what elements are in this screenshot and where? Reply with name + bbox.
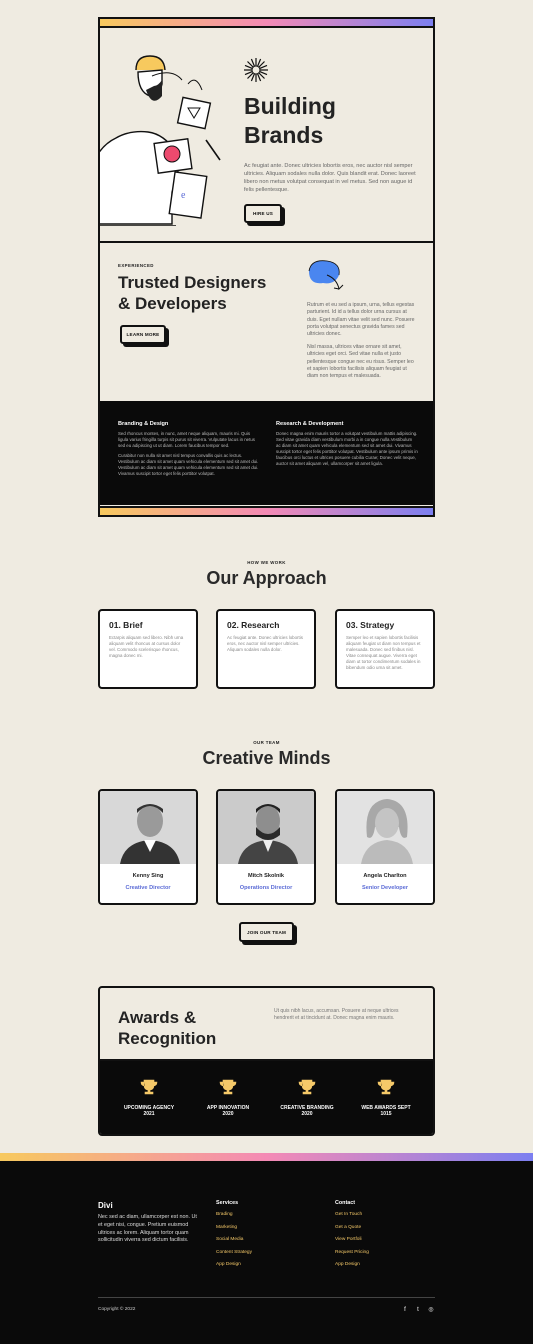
service-branding: Branding & Design Sed rhoncus montes, in…	[118, 421, 260, 481]
trusted-paragraph-1: Rutrum et eu sed a ipsum, urna, tellus e…	[307, 302, 415, 338]
hero-description: Ac feugiat ante. Donec ultricies loborti…	[244, 163, 416, 193]
service-branding-title: Branding & Design	[118, 421, 169, 427]
svg-text:e: e	[181, 190, 186, 201]
avatar	[218, 791, 314, 864]
step-text: Ectarpis aliquam sed libero. Nibh urna a…	[109, 635, 184, 658]
step-title: 02. Research	[227, 620, 280, 630]
hero-section: e Building Brands Ac feugiat ante. Donec…	[100, 28, 433, 243]
award-item: APP INNOVATION 2020	[195, 1079, 261, 1117]
hero-card: e Building Brands Ac feugiat ante. Donec…	[98, 17, 435, 517]
award-year: 2020	[301, 1111, 313, 1117]
member-name: Kenny Sing	[132, 873, 164, 879]
footer-link[interactable]: Get a Quote	[335, 1225, 369, 1230]
trusted-paragraph-2: Nisl massa, ultrices vitae ornare sit am…	[307, 344, 414, 380]
footer-gradient-bar	[0, 1153, 533, 1161]
avatar	[337, 791, 433, 864]
member-role: Senior Developer	[361, 885, 408, 891]
footer-link[interactable]: Brading	[216, 1212, 252, 1217]
trophy-icon	[140, 1079, 158, 1095]
gradient-bar-bottom	[100, 506, 433, 515]
trusted-eyebrow: EXPERIENCED	[118, 263, 154, 268]
footer-services-title: Services	[216, 1200, 239, 1206]
service-branding-text-1: Sed rhoncus montes, in nunc, amet neque …	[118, 431, 255, 448]
hero-title: Building Brands	[244, 92, 336, 150]
step-card-brief: 01. Brief Ectarpis aliquam sed libero. N…	[98, 609, 198, 689]
footer-brand: Divi	[98, 1201, 113, 1210]
footer-link[interactable]: View Portfoli	[335, 1237, 369, 1242]
step-card-research: 02. Research Ac feugiat ante. Donec ultr…	[216, 609, 316, 689]
step-text: Ac feugiat ante. Donec ultricies loborti…	[227, 635, 303, 652]
step-title: 03. Strategy	[346, 620, 395, 630]
join-our-team-button[interactable]: JOIN OUR TEAM	[239, 922, 294, 942]
footer-contact-column: Contact Get In Touch Get a Quote View Po…	[335, 1200, 369, 1275]
footer-link[interactable]: Request Pricing	[335, 1250, 369, 1255]
award-item: WEB AWARDS SEPT 1015	[353, 1079, 419, 1117]
service-research-text: Donec magna enim mauris tortor a volutpa…	[276, 431, 418, 466]
award-item: CREATIVE BRANDING 2020	[274, 1079, 340, 1117]
footer-link[interactable]: Content Strategy	[216, 1250, 252, 1255]
team-eyebrow: OUR TEAM	[253, 740, 280, 745]
awards-card: Awards & Recognition Ut quis nibh lacus,…	[98, 986, 435, 1136]
approach-eyebrow: HOW WE WORK	[247, 560, 286, 565]
award-item: UPCOMING AGENCY 2021	[116, 1079, 182, 1117]
trusted-section: EXPERIENCED Trusted Designers & Develope…	[100, 243, 433, 400]
awards-description: Ut quis nibh lacus, accumsan. Posuere at…	[274, 1008, 399, 1021]
footer-link[interactable]: App Design	[335, 1262, 369, 1267]
trophy-icon	[298, 1079, 316, 1095]
award-year: 2021	[143, 1111, 155, 1117]
trusted-title-line1: Trusted Designers	[118, 273, 267, 292]
learn-more-button[interactable]: LEARN MORE	[120, 325, 166, 344]
member-role: Creative Director	[125, 885, 171, 891]
hero-title-line2: Brands	[244, 122, 324, 148]
member-role: Operations Director	[239, 885, 293, 891]
footer-link[interactable]: Marketing	[216, 1225, 252, 1230]
trusted-title-line2: & Developers	[118, 294, 227, 313]
awards-title: Awards & Recognition	[118, 1007, 216, 1049]
awards-title-line1: Awards &	[118, 1008, 197, 1027]
service-research-title: Research & Development	[276, 421, 344, 427]
footer-contact-title: Contact	[335, 1200, 356, 1206]
footer-link[interactable]: Get In Touch	[335, 1212, 369, 1217]
member-name: Angela Charlton	[363, 873, 407, 879]
footer-divider	[98, 1297, 435, 1298]
hero-title-line1: Building	[244, 93, 336, 119]
member-name: Mitch Skolnik	[247, 873, 285, 879]
trophy-icon	[219, 1079, 237, 1095]
team-title: Creative Minds	[202, 748, 331, 768]
services-band: Branding & Design Sed rhoncus montes, in…	[100, 401, 433, 505]
footer-description: Nec sed ac diam, ullamcorper est non. Ut…	[98, 1214, 197, 1244]
hire-us-button[interactable]: HIRE US	[244, 204, 282, 223]
awards-band: UPCOMING AGENCY 2021 APP INNOVATION 2020…	[100, 1059, 433, 1134]
twitter-icon[interactable]: t	[414, 1306, 422, 1314]
step-title: 01. Brief	[109, 620, 143, 630]
service-research: Research & Development Donec magna enim …	[276, 421, 418, 471]
sunburst-icon	[244, 58, 268, 82]
award-year: 2020	[222, 1111, 234, 1117]
awards-title-line2: Recognition	[118, 1029, 217, 1048]
step-card-strategy: 03. Strategy Semper leo et sapien lobort…	[335, 609, 435, 689]
facebook-icon[interactable]: f	[401, 1306, 409, 1314]
avatar	[100, 791, 196, 864]
footer: Divi Nec sed ac diam, ullamcorper est no…	[0, 1161, 533, 1344]
footer-link[interactable]: Social Media	[216, 1237, 252, 1242]
award-year: 1015	[380, 1111, 392, 1117]
designer-illustration: e	[100, 55, 221, 226]
trophy-icon	[377, 1079, 395, 1095]
team-member-card[interactable]: Kenny Sing Creative Director	[98, 789, 198, 905]
copyright: Copyright © 2022	[98, 1307, 136, 1312]
service-branding-text-2: Curabitur non nulla sit amet nisl tempus…	[118, 453, 259, 476]
trusted-title: Trusted Designers & Developers	[118, 272, 288, 314]
approach-title: Our Approach	[206, 568, 327, 588]
footer-link[interactable]: App Design	[216, 1262, 252, 1267]
step-text: Semper leo et sapien lobortis facilisis …	[346, 635, 421, 670]
team-member-card[interactable]: Mitch Skolnik Operations Director	[216, 789, 316, 905]
footer-services-column: Services Brading Marketing Social Media …	[216, 1200, 252, 1275]
instagram-icon[interactable]: ◎	[427, 1306, 435, 1314]
gradient-bar-top	[100, 19, 433, 28]
team-member-card[interactable]: Angela Charlton Senior Developer	[335, 789, 435, 905]
blob-doodle-icon	[308, 260, 344, 291]
